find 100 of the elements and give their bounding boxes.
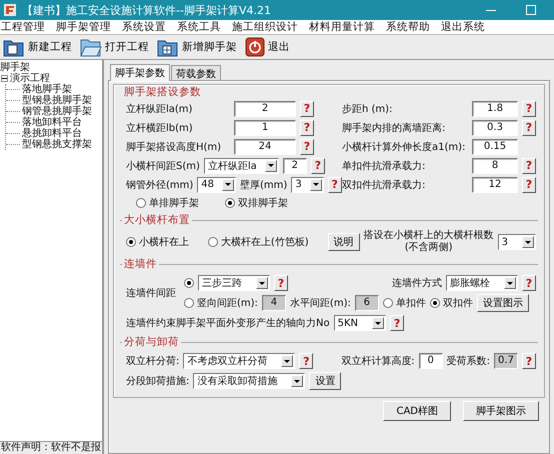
push-button[interactable]: 脚手架图示 bbox=[463, 401, 539, 421]
field-label: 双立杆计算高度: bbox=[341, 354, 415, 368]
collapse-icon[interactable] bbox=[1, 75, 8, 82]
dropdown[interactable]: 立杆纵距la bbox=[204, 158, 279, 174]
field-label: 单扣件抗滑承载力: bbox=[342, 160, 426, 172]
tab[interactable]: 荷载参数 bbox=[171, 65, 221, 80]
radio-button[interactable] bbox=[126, 237, 136, 247]
input-field[interactable]: 1 bbox=[234, 120, 296, 136]
power-icon bbox=[245, 37, 265, 57]
help-button[interactable]: ? bbox=[274, 275, 288, 291]
input-field[interactable]: 8 bbox=[472, 158, 518, 174]
field-label: 连墙件方式 bbox=[392, 276, 442, 290]
field-label: 小横杆计算外伸长度a1(m): bbox=[342, 140, 466, 154]
field-label: 搭设在小横杆上的大横杆根数 (不含两侧) bbox=[364, 230, 494, 254]
tab[interactable]: 脚手架参数 bbox=[110, 64, 170, 81]
input-field[interactable]: 0 bbox=[418, 353, 443, 369]
push-button[interactable]: CAD样图 bbox=[383, 401, 451, 421]
help-button[interactable]: ? bbox=[310, 158, 325, 174]
menu-item[interactable]: 材料用量计算 bbox=[309, 20, 375, 34]
input-field[interactable]: 2 bbox=[282, 158, 307, 174]
toolbar-button[interactable]: 新增脚手架 bbox=[157, 37, 237, 57]
radio-button[interactable] bbox=[136, 198, 146, 208]
field-label: 脚手架内排的离墙距离: bbox=[342, 122, 446, 134]
help-button[interactable]: ? bbox=[522, 275, 536, 291]
input-field[interactable]: 0.15 bbox=[472, 138, 518, 154]
radio-button[interactable] bbox=[184, 298, 194, 308]
toolbar-button[interactable]: 打开工程 bbox=[80, 37, 149, 57]
field-label: 连墙件约束脚手架平面外变形产生的轴向力No bbox=[126, 316, 330, 330]
radio-label[interactable]: 单排脚手架 bbox=[149, 196, 199, 210]
toolbar-button[interactable]: 新建工程 bbox=[3, 37, 72, 57]
input-field[interactable]: 1.8 bbox=[472, 100, 518, 116]
field-label: 步距h (m): bbox=[342, 102, 394, 116]
help-button[interactable]: ? bbox=[522, 158, 536, 174]
radio-button[interactable] bbox=[208, 237, 218, 247]
app-icon bbox=[4, 4, 16, 16]
dropdown[interactable]: 不考虑双立杆分荷 bbox=[183, 353, 296, 369]
menu-item[interactable]: 系统工具 bbox=[177, 20, 221, 34]
tree-item[interactable]: 悬挑卸料平台 bbox=[22, 128, 82, 139]
radio-label[interactable]: 大横杆在上(竹笆板) bbox=[220, 235, 309, 249]
input-field[interactable]: 24 bbox=[234, 138, 296, 154]
input-field[interactable]: 2 bbox=[234, 100, 296, 116]
radio-button[interactable] bbox=[225, 198, 235, 208]
menu-item[interactable]: 脚手架管理 bbox=[56, 20, 111, 34]
help-button[interactable]: ? bbox=[522, 100, 536, 116]
menu-item[interactable]: 系统帮助 bbox=[386, 20, 430, 34]
field-label: 双立杆分荷: bbox=[126, 354, 180, 368]
help-button[interactable]: ? bbox=[390, 315, 404, 331]
help-button[interactable]: ? bbox=[328, 176, 342, 192]
menu-item[interactable]: 工程管理 bbox=[1, 20, 45, 34]
dropdown[interactable]: 5KN bbox=[334, 315, 386, 331]
section-title: 脚手架搭设参数 bbox=[123, 85, 202, 99]
push-button[interactable]: 设置 bbox=[309, 372, 342, 390]
field-label: 水平间距(m): bbox=[290, 296, 351, 310]
field-label: 壁厚(mm) bbox=[240, 178, 288, 192]
push-button[interactable]: 说明 bbox=[328, 233, 360, 251]
folder-icon bbox=[80, 37, 102, 57]
help-button[interactable]: ? bbox=[522, 353, 536, 369]
field-label: 双扣件抗滑承载力: bbox=[342, 178, 426, 192]
toolbar-button[interactable]: 退出 bbox=[245, 37, 290, 57]
menu-item[interactable]: 系统设置 bbox=[122, 20, 166, 34]
tree-item[interactable]: 演示工程 bbox=[10, 73, 50, 84]
section-title: 分荷与卸荷 bbox=[123, 335, 180, 349]
window-title: 【建书】施工安全设施计算软件--脚手架计算V4.21 bbox=[22, 2, 272, 18]
tree-item[interactable]: 型钢悬挑支撑架 bbox=[22, 139, 92, 150]
radio-label[interactable]: 小横杆在上 bbox=[139, 235, 189, 249]
tree-item[interactable]: 钢管悬挑脚手架 bbox=[22, 106, 92, 117]
dropdown[interactable]: 三步三跨 bbox=[198, 275, 270, 291]
dropdown[interactable]: 3 bbox=[498, 234, 536, 250]
push-button[interactable]: 设置图示 bbox=[476, 294, 529, 312]
tree-item[interactable]: 脚手架 bbox=[0, 62, 102, 73]
dropdown[interactable]: 48 bbox=[197, 176, 236, 192]
dropdown[interactable]: 膨胀螺栓 bbox=[446, 275, 518, 291]
field-label: 钢管外径(mm) bbox=[126, 178, 194, 192]
menu-item[interactable]: 退出系统 bbox=[441, 20, 485, 34]
tree-item[interactable]: 型钢悬挑脚手架 bbox=[22, 95, 92, 106]
tree-item[interactable]: 落地卸料平台 bbox=[22, 117, 82, 128]
help-button[interactable]: ? bbox=[299, 353, 314, 369]
radio-button[interactable] bbox=[382, 298, 393, 308]
field-label: 受荷系数: bbox=[446, 354, 490, 368]
field-label: 小横杆间距S(m) bbox=[126, 160, 200, 172]
dropdown[interactable]: 3 bbox=[291, 176, 324, 192]
tree-item[interactable]: 落地脚手架 bbox=[22, 84, 72, 95]
radio-label[interactable]: 竖向间距(m): bbox=[197, 296, 258, 310]
radio-label[interactable]: 双扣件 bbox=[442, 296, 473, 310]
radio-label[interactable]: 双排脚手架 bbox=[238, 196, 288, 210]
help-button[interactable]: ? bbox=[300, 120, 314, 136]
input-field[interactable]: 0.3 bbox=[472, 120, 518, 136]
help-button[interactable]: ? bbox=[300, 138, 314, 154]
status-text: 软件声明：软件不是报 bbox=[0, 441, 102, 454]
dropdown[interactable]: 没有采取卸荷措施 bbox=[193, 373, 306, 389]
maximize-icon[interactable] bbox=[526, 5, 536, 15]
radio-button[interactable] bbox=[184, 278, 194, 288]
help-button[interactable]: ? bbox=[522, 120, 536, 136]
field-label: 脚手架搭设高度H(m) bbox=[126, 140, 222, 154]
radio-button[interactable] bbox=[430, 298, 440, 308]
radio-label[interactable]: 单扣件 bbox=[396, 296, 426, 310]
help-button[interactable]: ? bbox=[522, 176, 536, 192]
input-field[interactable]: 12 bbox=[472, 176, 518, 192]
menu-item[interactable]: 施工组织设计 bbox=[232, 20, 298, 34]
help-button[interactable]: ? bbox=[300, 100, 314, 116]
